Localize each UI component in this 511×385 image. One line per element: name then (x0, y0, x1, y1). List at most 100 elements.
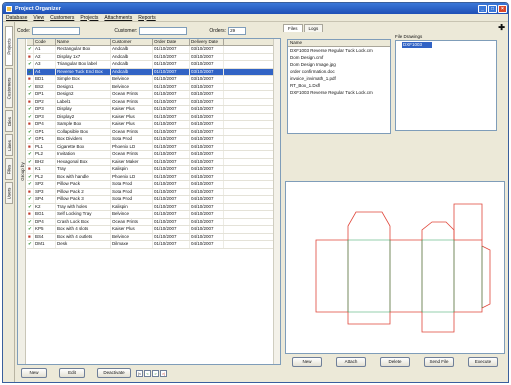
side-tab-users[interactable]: Users (5, 182, 13, 204)
cell-name: Crash Lock Box (56, 218, 111, 225)
window-title: Project Organizer (15, 5, 61, 12)
group-by-band[interactable]: Group by (18, 39, 26, 364)
execute-button[interactable]: Execute (468, 357, 498, 367)
cell-code: SP4 (34, 196, 56, 203)
code-input[interactable] (32, 27, 81, 35)
plus-icon[interactable]: ✚ (498, 24, 505, 32)
table-row[interactable]: ✔ K2 Tray with holes Kalispin 01/10/2007 04/1… (27, 203, 280, 211)
table-row[interactable]: ■ BD1 Simple Box Belvince 01/10/2007 03/10/20… (27, 76, 280, 84)
col-code[interactable]: Code (34, 39, 56, 45)
cell-delivery-date: 04/10/2007 (190, 158, 224, 165)
cell-delivery-date: 04/10/2007 (190, 241, 224, 248)
edit-project-button[interactable]: Edit (59, 368, 85, 378)
table-row[interactable]: ✔ GP1 Box Dividers Sota Prod 01/10/2007 04/10… (27, 136, 280, 144)
file-item[interactable]: DXF1003 Reverse Regular Tuck Lock.cm (288, 89, 390, 96)
col-customer[interactable]: Customer (111, 39, 153, 45)
menu-database[interactable]: Database (6, 15, 27, 21)
table-row[interactable]: ■ BS4 Box with 4 outlets Belvince 01/10/2007… (27, 233, 280, 241)
table-row[interactable]: ■ DP2 Label1 Ocean Prints 01/10/2007 03/10/20… (27, 98, 280, 106)
table-row[interactable]: ✔ SP4 Pillow Pack 3 Sota Prod 01/10/2007 04/1… (27, 196, 280, 204)
cell-customer: Belvince (111, 76, 153, 83)
new-file-button[interactable]: New (292, 357, 322, 367)
cell-delivery-date: 03/10/2007 (190, 61, 224, 68)
delete-button[interactable]: Delete (380, 357, 410, 367)
cell-order-date: 01/10/2007 (153, 226, 190, 233)
menu-customers[interactable]: Customers (50, 15, 74, 21)
row-status-icon: ■ (27, 233, 34, 240)
cell-delivery-date: 03/10/2007 (190, 53, 224, 60)
table-row[interactable]: ✔ A1 Rectangular Box Andcalb 01/10/2007 03/10… (27, 46, 280, 54)
table-row[interactable]: ■ PL1 Cigarette Box Phoenix LD 01/10/2007 04/… (27, 143, 280, 151)
table-row[interactable]: ■ A2 Display 1x7 Andcalb 01/10/2007 03/10/200… (27, 53, 280, 61)
table-row[interactable]: ■ K1 Tray Kalispin 01/10/2007 04/10/2007 (27, 166, 280, 174)
grid-header: Code Name Customer Order Date Delivery D… (27, 39, 280, 46)
table-row[interactable]: ✔ A4 Reverse Tuck End Box Andcalb 01/10/2007… (27, 68, 280, 76)
minimize-button[interactable]: _ (478, 4, 487, 13)
row-status-icon: ■ (27, 166, 34, 173)
file-item[interactable]: RT_Box_1.Dxfl (288, 82, 390, 89)
cell-code: BS2 (34, 83, 56, 90)
side-tab-customers[interactable]: Customers (5, 68, 13, 108)
cell-delivery-date: 04/10/2007 (190, 233, 224, 240)
cell-order-date: 01/10/2007 (153, 211, 190, 218)
files-header[interactable]: Name (288, 40, 390, 47)
col-order-date[interactable]: Order Date (153, 39, 190, 45)
cell-customer: Ocean Prints (111, 128, 153, 135)
nav-first-button[interactable]: |< (136, 369, 143, 377)
table-row[interactable]: ✔ BS2 Design1 Belvince 01/10/2007 03/10/2007 (27, 83, 280, 91)
menu-attachments[interactable]: Attachments (104, 15, 132, 21)
file-item[interactable]: order confirmation.doc (288, 68, 390, 75)
nav-prev-button[interactable]: < (144, 369, 151, 377)
side-tab-files[interactable]: Files (5, 158, 13, 180)
table-row[interactable]: ✔ DP3 Display Kaiser Plus 01/10/2007 04/10/20… (27, 106, 280, 114)
side-tab-lines[interactable]: Lines (5, 134, 13, 156)
table-row[interactable]: ✔ PL2 Invitation Ocean Prints 01/10/2007 04/1… (27, 151, 280, 159)
attach-button[interactable]: Attach (336, 357, 366, 367)
side-tab-projects[interactable]: Projects (5, 26, 13, 66)
table-row[interactable]: ■ SP3 Pillow Pack 2 Sota Prod 01/10/2007 04/1… (27, 188, 280, 196)
side-tab-dies[interactable]: Dies (5, 110, 13, 132)
table-row[interactable]: ■ BG1 Self Locking Tray Belvince 01/10/2007 0… (27, 211, 280, 219)
customer-input[interactable] (139, 27, 188, 35)
tab-files[interactable]: Files (283, 24, 303, 32)
cell-code: GP1 (34, 128, 56, 135)
cell-name: Rectangular Box (56, 46, 111, 53)
cell-order-date: 01/10/2007 (153, 121, 190, 128)
list-scrollbar[interactable] (273, 39, 280, 364)
table-row[interactable]: ✔ PL2 Box with handle Phoenix LD 01/10/2007 0… (27, 173, 280, 181)
close-button[interactable]: × (498, 4, 507, 13)
col-marker (27, 39, 34, 45)
col-name[interactable]: Name (56, 39, 111, 45)
file-item[interactable]: Dom Design Image.jpg (288, 61, 390, 68)
maximize-button[interactable]: □ (488, 4, 497, 13)
file-item[interactable]: invoice_invimath_1.pdf (288, 75, 390, 82)
file-item[interactable]: DXF1003 Reverse Regular Tuck Lock.cm (288, 47, 390, 54)
nav-last-button[interactable]: >| (160, 369, 167, 377)
table-row[interactable]: ✔ KP5 Box with 4 slots Kaiser Plus 01/10/200… (27, 226, 280, 234)
tab-logs[interactable]: Logs (303, 24, 324, 32)
row-status-icon: ✔ (27, 218, 34, 225)
table-row[interactable]: ✔ DP3 Display2 Kaiser Plus 01/10/2007 04/10/2… (27, 113, 280, 121)
cell-delivery-date: 03/10/2007 (190, 91, 224, 98)
drawing-item-selected[interactable]: DXF1003 (402, 42, 432, 48)
table-row[interactable]: ✔ DP4 Crash Lock Box Ocean Prints 01/10/2007… (27, 218, 280, 226)
menu-view[interactable]: View (33, 15, 44, 21)
new-project-button[interactable]: New (21, 368, 47, 378)
nav-next-button[interactable]: > (152, 369, 159, 377)
col-delivery-date[interactable]: Delivery Date (190, 39, 224, 45)
file-item[interactable]: Dom Design.cmf (288, 54, 390, 61)
table-row[interactable]: ✔ BH2 Hexagonal Box Kaiser Maker 01/10/2007 0… (27, 158, 280, 166)
send-file-button[interactable]: Send File (424, 357, 454, 367)
menu-reports[interactable]: Reports (138, 15, 156, 21)
cell-delivery-date: 03/10/2007 (190, 98, 224, 105)
deactivate-button[interactable]: Deactivate (97, 368, 131, 378)
table-row[interactable]: ✔ DP1 Design2 Ocean Prints 01/10/2007 03/10/2… (27, 91, 280, 99)
table-row[interactable]: ■ DP4 Sample Box Kaiser Plus 01/10/2007 04/10… (27, 121, 280, 129)
cell-order-date: 01/10/2007 (153, 143, 190, 150)
table-row[interactable]: ✔ GP1 Collapsible Box Ocean Prints 01/10/200… (27, 128, 280, 136)
menu-projects[interactable]: Projects (80, 15, 98, 21)
table-row[interactable]: ✔ DM1 Desk Dilmaxe 01/10/2007 04/10/2007 (27, 241, 280, 249)
table-row[interactable]: ✔ A3 Triangular Box label Andcalb 01/10/2007… (27, 61, 280, 69)
table-row[interactable]: ✔ SP2 Pillow Pack Sota Prod 01/10/2007 04/10/… (27, 181, 280, 189)
row-status-icon: ✔ (27, 46, 34, 53)
